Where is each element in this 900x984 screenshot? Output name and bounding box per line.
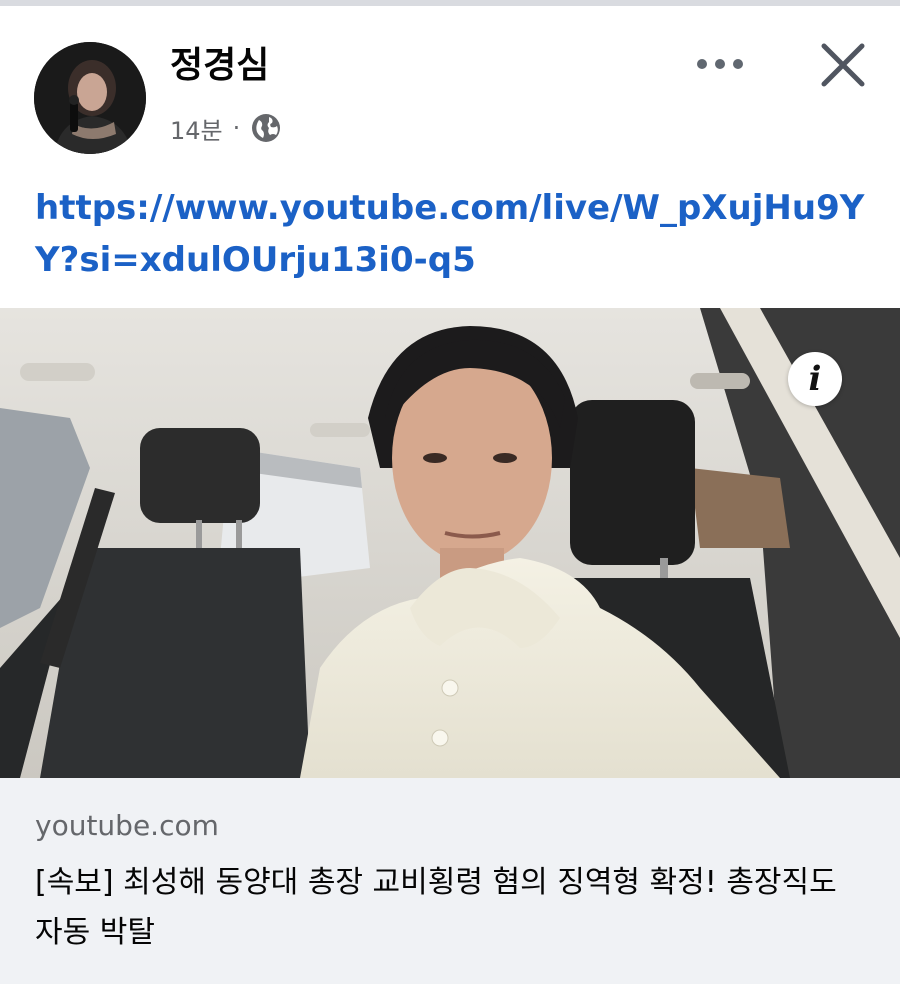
link-title[interactable]: [속보] 최성해 동양대 총장 교비횡령 혐의 징역형 확정! 총장직도 자동 … [35, 858, 865, 958]
globe-icon[interactable] [250, 112, 282, 144]
post-meta: 14분 · [170, 108, 282, 148]
top-divider [0, 0, 900, 6]
post-link[interactable]: https://www.youtube.com/live/W_pXujHu9YY… [35, 182, 875, 286]
info-icon[interactable]: i [788, 352, 842, 406]
avatar-photo [34, 42, 146, 154]
car-selfie-photo [0, 308, 900, 778]
author-name[interactable]: 정경심 [170, 40, 269, 92]
close-icon[interactable] [818, 40, 868, 90]
link-domain: youtube.com [35, 809, 219, 842]
more-horizontal-icon[interactable] [690, 44, 750, 84]
meta-separator: · [232, 114, 241, 142]
avatar[interactable] [34, 42, 146, 154]
post-time[interactable]: 14분 [170, 111, 223, 146]
info-glyph: i [808, 359, 822, 399]
link-preview-image[interactable] [0, 308, 900, 778]
